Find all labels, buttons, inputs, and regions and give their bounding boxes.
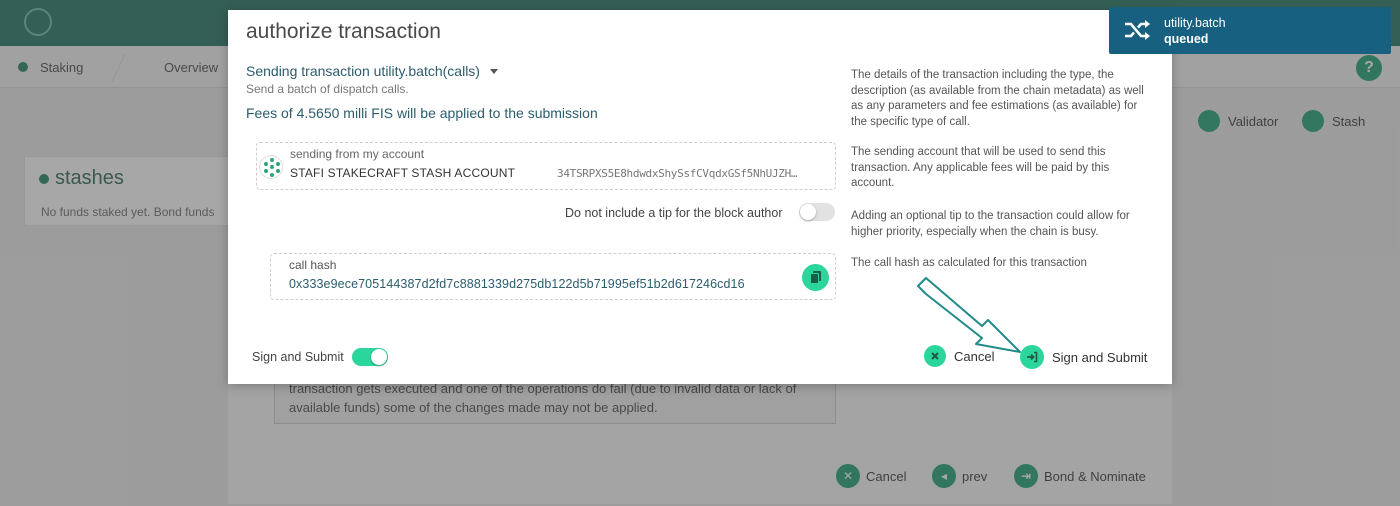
sign-and-submit-label: Sign and Submit: [1052, 349, 1148, 365]
sign-toggle-knob: [371, 349, 387, 365]
tip-toggle[interactable]: [799, 203, 835, 221]
close-icon: [924, 345, 946, 367]
transaction-expander[interactable]: Sending transaction utility.batch(calls): [246, 63, 498, 79]
copy-icon: [809, 271, 821, 284]
call-hash-field: call hash 0x333e9ece705144387d2fd7c88813…: [270, 253, 836, 300]
tip-label: Do not include a tip for the block autho…: [565, 206, 783, 220]
sign-submit-toggle-label: Sign and Submit: [252, 350, 344, 364]
account-identicon-icon: [259, 155, 283, 179]
queued-notification[interactable]: utility.batch queued: [1109, 7, 1391, 54]
cancel-button[interactable]: Cancel: [924, 345, 994, 367]
sign-submit-toggle[interactable]: [352, 348, 388, 366]
transaction-title: Sending transaction utility.batch(calls): [246, 63, 480, 79]
tip-toggle-knob: [800, 204, 816, 220]
call-hash-value: 0x333e9ece705144387d2fd7c8881339d275db12…: [289, 277, 745, 291]
account-description: The sending account that will be used to…: [851, 146, 1110, 189]
account-address: 34TSRPXS5E8hdwdxShySsfCVqdxGSf5NhUJZH…: [557, 167, 798, 180]
details-description: The details of the transaction including…: [851, 69, 1144, 128]
account-label: sending from my account: [290, 147, 425, 161]
sign-and-submit-button[interactable]: Sign and Submit: [1020, 345, 1147, 369]
cancel-label: Cancel: [954, 348, 995, 364]
shuffle-icon: [1125, 20, 1150, 40]
tip-description: Adding an optional tip to the transactio…: [851, 210, 1130, 238]
sign-in-icon: [1020, 345, 1044, 369]
copy-hash-button[interactable]: [802, 264, 829, 291]
caret-down-icon: [489, 68, 498, 74]
transaction-subtitle: Send a batch of dispatch calls.: [246, 82, 409, 96]
fees-text: Fees of 4.5650 milli FIS will be applied…: [246, 105, 598, 121]
account-name: STAFI STAKECRAFT STASH ACCOUNT: [290, 166, 516, 180]
authorize-transaction-modal: authorize transaction Sending transactio…: [228, 10, 1172, 384]
toast-title: utility.batch: [1164, 16, 1226, 30]
annotation-arrow-icon: [917, 277, 1021, 353]
hash-description: The call hash as calculated for this tra…: [851, 257, 1087, 269]
call-hash-label: call hash: [289, 258, 337, 272]
toast-status: queued: [1164, 32, 1209, 46]
account-selector[interactable]: sending from my account STAFI STAKECRAFT…: [256, 142, 836, 190]
modal-title: authorize transaction: [246, 20, 441, 43]
